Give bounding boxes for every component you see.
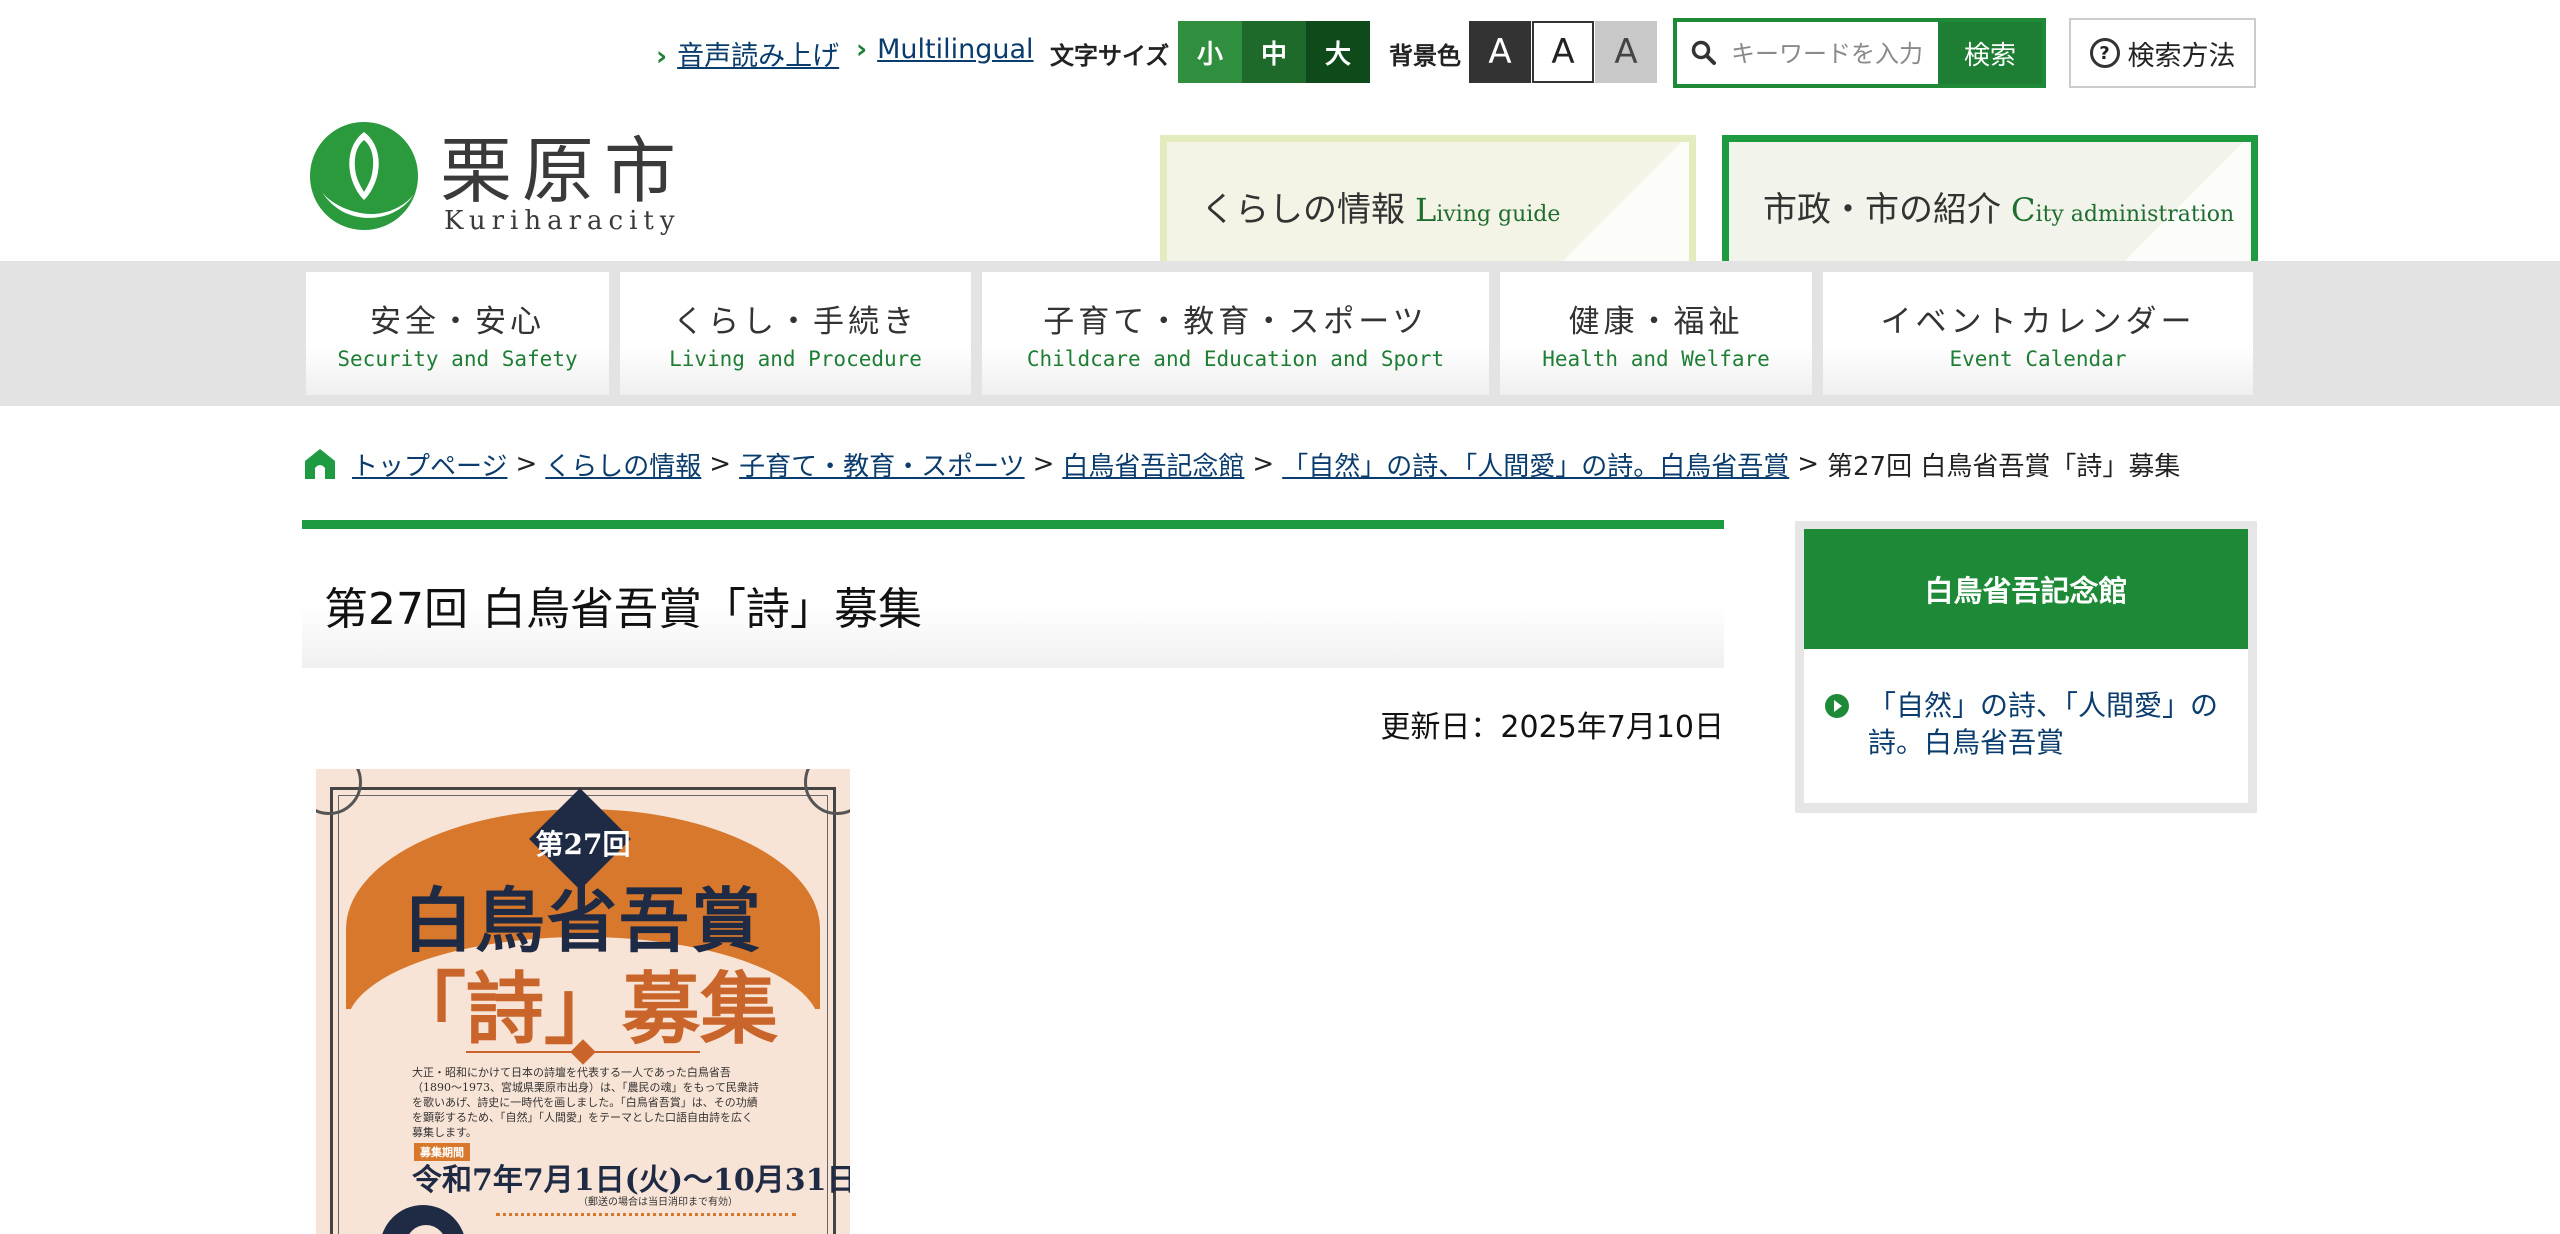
tab-city-administration[interactable]: 市政・市の紹介 City administration	[1722, 135, 2258, 261]
tab-living-guide-label: くらしの情報 Living guide	[1201, 182, 1560, 231]
nav-item-security[interactable]: 安全・安心 Security and Safety	[306, 272, 609, 395]
nav-item-en: Childcare and Education and Sport	[1026, 347, 1445, 371]
nav-item-ja: くらし・手続き	[673, 304, 918, 340]
tab-city-administration-en: ity administration	[2035, 202, 2235, 227]
tab-living-guide-en: iving guide	[1436, 202, 1561, 227]
poster-body-text: 大正・昭和にかけて日本の詩壇を代表する一人であった白鳥省吾（1890〜1973、…	[412, 1066, 759, 1139]
side-panel-body: 「自然」の詩、「人間愛」の詩。白鳥省吾賞	[1804, 649, 2248, 803]
breadcrumb-current: 第27回 白鳥省吾賞「詩」募集	[1827, 451, 2181, 482]
tab-city-administration-en-initial: C	[2011, 191, 2036, 229]
nav-item-event-calendar[interactable]: イベントカレンダー Event Calendar	[1823, 272, 2253, 395]
breadcrumb-link-top[interactable]: トップページ	[352, 446, 507, 483]
bg-black-button[interactable]: A	[1469, 21, 1531, 83]
side-panel: 白鳥省吾記念館 「自然」の詩、「人間愛」の詩。白鳥省吾賞	[1795, 521, 2257, 813]
tab-living-guide-en-initial: L	[1415, 191, 1437, 229]
logo-name: 栗原市	[440, 129, 687, 213]
search-help-label: 検索方法	[2127, 40, 2236, 72]
award-poster-image[interactable]: 第27回 白鳥省吾賞 「詩」募集 大正・昭和にかけて日本の詩壇を代表する一人であ…	[316, 769, 850, 1234]
search-help-button[interactable]: ? 検索方法	[2069, 18, 2256, 88]
breadcrumb-link-award[interactable]: 「自然」の詩、「人間愛」の詩。白鳥省吾賞	[1282, 446, 1789, 483]
search-box: 検索	[1673, 18, 2046, 88]
logo-subtitle: Kuriharacity	[444, 206, 681, 236]
search-input[interactable]	[1729, 34, 1963, 74]
nav-item-living[interactable]: くらし・手続き Living and Procedure	[620, 272, 971, 395]
multilingual-link[interactable]: › Multilingual	[856, 34, 1034, 65]
search-button[interactable]: 検索	[1938, 22, 2042, 84]
nav-item-ja: イベントカレンダー	[1880, 304, 2196, 340]
breadcrumb-separator: >	[1032, 449, 1055, 479]
main-nav: 安全・安心 Security and Safety くらし・手続き Living…	[0, 261, 2560, 406]
city-emblem-icon	[310, 122, 418, 230]
nav-item-childcare[interactable]: 子育て・教育・スポーツ Childcare and Education and …	[982, 272, 1489, 395]
chevron-right-icon: ›	[856, 34, 868, 65]
nav-item-en: Living and Procedure	[669, 347, 922, 371]
breadcrumb-link-childcare[interactable]: 子育て・教育・スポーツ	[739, 446, 1024, 483]
help-icon: ?	[2089, 38, 2120, 68]
side-link-award[interactable]: 「自然」の詩、「人間愛」の詩。白鳥省吾賞	[1868, 687, 2228, 761]
voice-reading-link[interactable]: › 音声読み上げ	[656, 34, 839, 73]
nav-item-ja: 健康・福祉	[1568, 304, 1744, 340]
poster-note: （郵送の場合は当日消印まで有効）	[578, 1197, 738, 1208]
bg-gray-button[interactable]: A	[1595, 21, 1657, 83]
home-icon[interactable]	[302, 446, 338, 482]
nav-item-en: Health and Welfare	[1542, 347, 1770, 371]
breadcrumb-separator: >	[1797, 449, 1819, 479]
voice-reading-label: 音声読み上げ	[677, 41, 840, 72]
nav-item-health[interactable]: 健康・福祉 Health and Welfare	[1500, 272, 1812, 395]
breadcrumb-link-museum[interactable]: 白鳥省吾記念館	[1062, 446, 1244, 483]
utility-bar: › 音声読み上げ › Multilingual 文字サイズ 小 中 大 背景色 A …	[0, 18, 2560, 88]
font-size-large-button[interactable]: 大	[1306, 21, 1370, 83]
font-size-medium-button[interactable]: 中	[1242, 21, 1306, 83]
circle-arrow-icon	[1825, 694, 1849, 718]
page-title-box: 第27回 白鳥省吾賞「詩」募集	[302, 520, 1724, 668]
nav-item-en: Security and Safety	[337, 347, 578, 371]
bg-color-label: 背景色	[1389, 42, 1461, 70]
breadcrumb-link-living[interactable]: くらしの情報	[545, 446, 701, 483]
chevron-right-icon: ›	[656, 41, 668, 72]
site-logo[interactable]: 栗原市 Kuriharacity	[306, 118, 706, 238]
tab-living-guide-ja: くらしの情報	[1201, 190, 1405, 230]
font-size-small-button[interactable]: 小	[1178, 21, 1242, 83]
nav-item-ja: 安全・安心	[370, 304, 545, 340]
nav-item-en: Event Calendar	[1949, 347, 2127, 371]
tab-city-administration-label: 市政・市の紹介 City administration	[1763, 182, 2234, 231]
search-icon	[1691, 40, 1716, 65]
page-title: 第27回 白鳥省吾賞「詩」募集	[324, 584, 922, 635]
multilingual-label: Multilingual	[877, 34, 1034, 65]
side-panel-heading: 白鳥省吾記念館	[1804, 529, 2248, 649]
updated-date: 更新日：2025年7月10日	[1380, 710, 1724, 745]
nav-item-ja: 子育て・教育・スポーツ	[1043, 304, 1428, 340]
breadcrumb-separator: >	[515, 449, 538, 479]
poster-issue: 第27回	[535, 828, 631, 861]
breadcrumb: トップページ > くらしの情報 > 子育て・教育・スポーツ > 白鳥省吾記念館 …	[302, 444, 2180, 484]
breadcrumb-separator: >	[1252, 449, 1275, 479]
bg-white-button[interactable]: A	[1532, 21, 1594, 83]
font-size-label: 文字サイズ	[1050, 42, 1170, 70]
breadcrumb-separator: >	[709, 449, 732, 479]
tab-living-guide[interactable]: くらしの情報 Living guide	[1160, 135, 1696, 261]
tab-city-administration-ja: 市政・市の紹介	[1763, 190, 2001, 230]
